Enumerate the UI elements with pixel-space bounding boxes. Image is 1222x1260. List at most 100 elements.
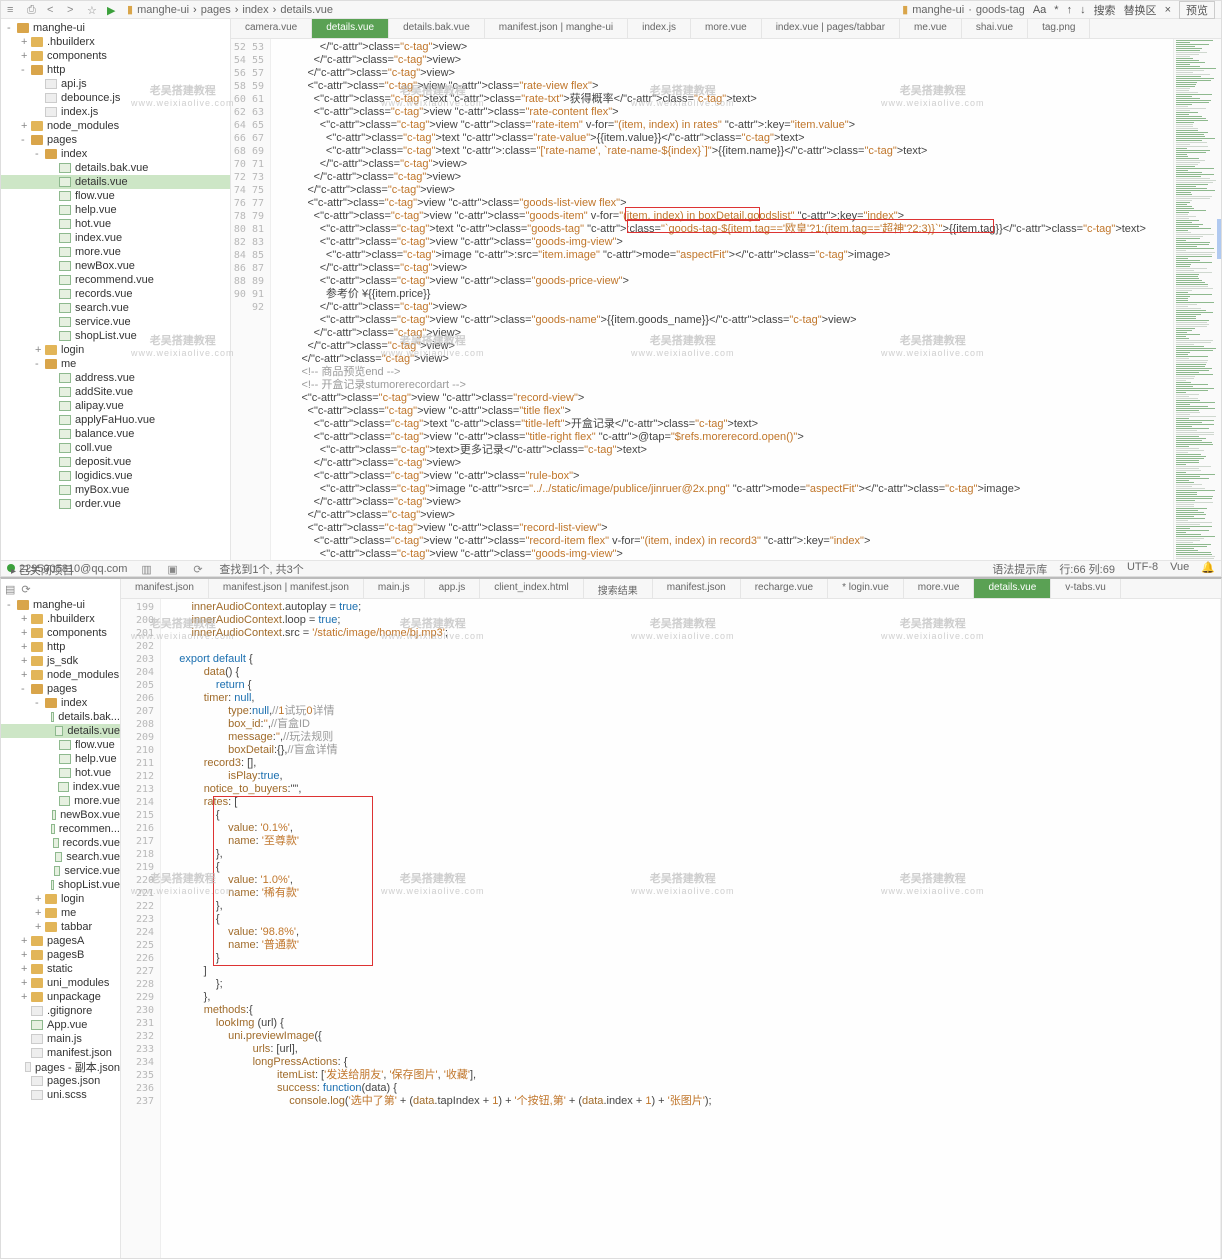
tab-indexvuepagestabbar[interactable]: index.vue | pages/tabbar	[762, 19, 900, 38]
tree-item-helpvue[interactable]: help.vue	[1, 203, 230, 217]
tree-item-nodemodules[interactable]: +node_modules	[1, 119, 230, 133]
tree-item-pagesjson[interactable]: pages.json	[1, 1074, 120, 1088]
expand-icon[interactable]: +	[21, 50, 31, 62]
expand-icon[interactable]: +	[21, 949, 31, 961]
tree-item-pagesjson[interactable]: pages - 副本.json	[1, 1060, 120, 1074]
tab-shaivue[interactable]: shai.vue	[962, 19, 1028, 38]
tree-item-nodemodules[interactable]: +node_modules	[1, 668, 120, 682]
tree-item-pages[interactable]: -pages	[1, 133, 230, 147]
tree-item-collvue[interactable]: coll.vue	[1, 441, 230, 455]
tree-item-detailsvue[interactable]: details.vue	[1, 175, 230, 189]
expand-icon[interactable]: -	[35, 358, 45, 370]
tree-item-searchvue[interactable]: search.vue	[1, 850, 120, 864]
expand-icon[interactable]: +	[21, 627, 31, 639]
tree-item-http[interactable]: +http	[1, 640, 120, 654]
expand-icon[interactable]: -	[7, 599, 17, 611]
tab-loginvue[interactable]: * login.vue	[828, 579, 904, 598]
tab-cameravue[interactable]: camera.vue	[231, 19, 312, 38]
tree-item-hotvue[interactable]: hot.vue	[1, 766, 120, 780]
expand-icon[interactable]: +	[35, 907, 45, 919]
tree-item-me[interactable]: -me	[1, 357, 230, 371]
language-label[interactable]: Vue	[1170, 561, 1189, 577]
tree-item-morevue[interactable]: more.vue	[1, 794, 120, 808]
code-area[interactable]: innerAudioContext.autoplay = true; inner…	[161, 599, 1220, 1258]
tree-item-depositvue[interactable]: deposit.vue	[1, 455, 230, 469]
find-regex-icon[interactable]: *	[1054, 4, 1058, 16]
tree-item-addressvue[interactable]: address.vue	[1, 371, 230, 385]
expand-icon[interactable]: +	[35, 344, 45, 356]
expand-icon[interactable]: +	[35, 893, 45, 905]
expand-icon[interactable]: +	[21, 991, 31, 1003]
tree-item-index[interactable]: -index	[1, 147, 230, 161]
tree-item-pagesA[interactable]: +pagesA	[1, 934, 120, 948]
tree-item-indexvue[interactable]: index.vue	[1, 231, 230, 245]
tree-item-logidicsvue[interactable]: logidics.vue	[1, 469, 230, 483]
code-area[interactable]: </"c-attr">class="c-tag">view> </"c-attr…	[271, 39, 1173, 560]
tree-item-uniscss[interactable]: uni.scss	[1, 1088, 120, 1102]
tree-item-hbuilderx[interactable]: +.hbuilderx	[1, 612, 120, 626]
tab-mainjs[interactable]: main.js	[364, 579, 425, 598]
expand-icon[interactable]: +	[21, 641, 31, 653]
layout-icon[interactable]: ▥	[141, 563, 153, 575]
tab-vtabsvu[interactable]: v-tabs.vu	[1051, 579, 1121, 598]
tree-item-servicevue[interactable]: service.vue	[1, 315, 230, 329]
terminal-icon[interactable]: ▣	[167, 563, 179, 575]
save-icon[interactable]: ⎙	[27, 4, 39, 16]
tree-item-detailsvue[interactable]: details.vue	[1, 724, 120, 738]
expand-icon[interactable]: +	[21, 613, 31, 625]
tree-item-pagesB[interactable]: +pagesB	[1, 948, 120, 962]
tab-manifestjsonmanifestjson[interactable]: manifest.json | manifest.json	[209, 579, 364, 598]
tree-item-hotvue[interactable]: hot.vue	[1, 217, 230, 231]
code-editor-bottom[interactable]: 199 200 201 202 203 204 205 206 207 208 …	[121, 599, 1221, 1258]
tree-item-mangheui[interactable]: -manghe-ui	[1, 598, 120, 612]
tab-rechargevue[interactable]: recharge.vue	[741, 579, 828, 598]
arrow-up-icon[interactable]: ↑	[1067, 4, 1073, 16]
tab-manifestjson[interactable]: manifest.json	[653, 579, 741, 598]
tree-item-myBoxvue[interactable]: myBox.vue	[1, 483, 230, 497]
expand-icon[interactable]: +	[21, 963, 31, 975]
find-case-icon[interactable]: Aa	[1033, 4, 1046, 16]
expand-icon[interactable]: +	[21, 935, 31, 947]
tree-item-recordsvue[interactable]: records.vue	[1, 836, 120, 850]
closed-projects-label[interactable]: ▸ 已关闭项目	[1, 560, 84, 576]
breadcrumb-left[interactable]: ▮ manghe-ui› pages› index› details.vue	[127, 3, 894, 16]
tree-item-applyFaHuovue[interactable]: applyFaHuo.vue	[1, 413, 230, 427]
back-icon[interactable]: <	[47, 4, 59, 16]
preview-button[interactable]: 预览	[1179, 1, 1215, 19]
expand-icon[interactable]: +	[21, 120, 31, 132]
tab-tagpng[interactable]: tag.png	[1028, 19, 1090, 38]
tree-item-balancevue[interactable]: balance.vue	[1, 427, 230, 441]
tree-item-flowvue[interactable]: flow.vue	[1, 738, 120, 752]
expand-icon[interactable]: -	[35, 148, 45, 160]
replace-label[interactable]: 替换区	[1124, 2, 1157, 18]
tree-item-recordsvue[interactable]: records.vue	[1, 287, 230, 301]
tree-item-login[interactable]: +login	[1, 343, 230, 357]
project-tree-top[interactable]: -manghe-ui+.hbuilderx+components-httpapi…	[1, 19, 231, 560]
tree-item-flowvue[interactable]: flow.vue	[1, 189, 230, 203]
tree-item-login[interactable]: +login	[1, 892, 120, 906]
tab-detailsbakvue[interactable]: details.bak.vue	[389, 19, 485, 38]
preview-icon[interactable]: ▤	[5, 583, 15, 596]
tree-item-ordervue[interactable]: order.vue	[1, 497, 230, 511]
editor-tabs-top[interactable]: camera.vuedetails.vuedetails.bak.vuemani…	[231, 19, 1221, 39]
tab-mevue[interactable]: me.vue	[900, 19, 962, 38]
tree-item-newBoxvue[interactable]: newBox.vue	[1, 808, 120, 822]
expand-icon[interactable]: -	[35, 697, 45, 709]
tree-item-me[interactable]: +me	[1, 906, 120, 920]
expand-icon[interactable]: +	[21, 36, 31, 48]
tree-item-shopListvue[interactable]: shopList.vue	[1, 878, 120, 892]
tree-item-helpvue[interactable]: help.vue	[1, 752, 120, 766]
tab-[interactable]: 搜索结果	[584, 579, 653, 598]
tab-appjs[interactable]: app.js	[425, 579, 481, 598]
tree-item-addSitevue[interactable]: addSite.vue	[1, 385, 230, 399]
sync-icon[interactable]: ⟳	[193, 563, 205, 575]
refresh-icon[interactable]: ⟳	[21, 583, 30, 596]
tree-item-unimodules[interactable]: +uni_modules	[1, 976, 120, 990]
notify-icon[interactable]: 🔔	[1201, 561, 1215, 577]
menu-icon[interactable]: ≡	[7, 4, 19, 16]
tree-item-mainjs[interactable]: main.js	[1, 1032, 120, 1046]
tree-item-unpackage[interactable]: +unpackage	[1, 990, 120, 1004]
tab-clientindexhtml[interactable]: client_index.html	[480, 579, 583, 598]
minimap[interactable]	[1173, 39, 1221, 560]
tab-morevue[interactable]: more.vue	[904, 579, 975, 598]
